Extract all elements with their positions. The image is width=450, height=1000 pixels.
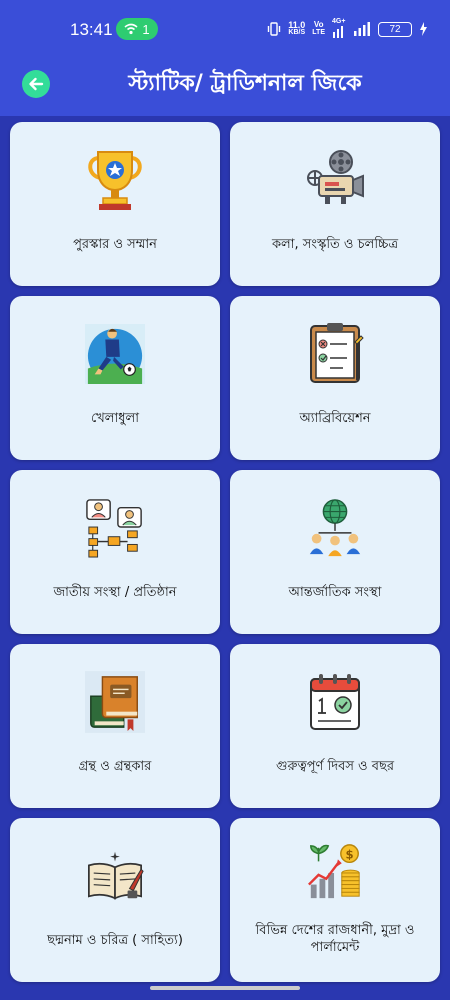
category-card-arts-culture-film[interactable]: কলা, সংস্কৃতি ও চলচ্চিত্র (230, 122, 440, 286)
film-projector-icon (305, 148, 365, 212)
category-card-international-organizations[interactable]: আন্তর্জাতিক সংস্থা (230, 470, 440, 634)
category-label: গ্রন্থ ও গ্রন্থকার (78, 759, 152, 774)
category-card-sports[interactable]: খেলাধুলা (10, 296, 220, 460)
svg-text:$: $ (345, 847, 353, 861)
category-label: অ্যাব্রিবিয়েশন (299, 411, 371, 426)
organization-chart-icon (85, 496, 145, 560)
status-icons: 11.0 KB/S Vo LTE 4G+ 72 (267, 18, 428, 39)
category-card-books-authors[interactable]: গ্রন্থ ও গ্রন্থকার (10, 644, 220, 808)
category-label: গুরুত্বপূর্ণ দিবস ও বছর (275, 759, 395, 774)
category-card-capitals-currencies-parliaments[interactable]: $ বিভিন্ন দেশের রাজধানী, মুদ্রা ও পার্লা… (230, 818, 440, 982)
category-label: আন্তর্জাতিক সংস্থা (288, 585, 382, 600)
open-book-quill-icon (85, 844, 145, 908)
football-player-icon (85, 322, 145, 386)
category-card-abbreviations[interactable]: অ্যাব্রিবিয়েশন (230, 296, 440, 460)
battery-indicator: 72 (378, 21, 412, 37)
signal-strength-4g: 4G+ (332, 18, 346, 38)
hotspot-count: 1 (142, 21, 150, 37)
hotspot-indicator: 1 (116, 18, 158, 40)
volte-indicator: Vo LTE (312, 20, 325, 37)
category-label: খেলাধুলা (90, 411, 139, 426)
hotspot-icon (124, 23, 138, 35)
category-label: জাতীয় সংস্থা / প্রতিষ্ঠান (53, 585, 177, 600)
category-card-awards[interactable]: পুরস্কার ও সম্মান (10, 122, 220, 286)
vibrate-icon (268, 22, 281, 36)
trophy-icon (85, 148, 145, 212)
status-time: 13:41 (70, 20, 113, 39)
app-bar: স্ট্যাটিক/ ট্রাডিশনাল জিকে (0, 58, 450, 116)
signal-icon (333, 26, 343, 38)
category-label: ছদ্মনাম ও চরিত্র ( সাহিত্য) (47, 933, 183, 948)
net-speed: 11.0 KB/S (288, 20, 306, 37)
category-label: পুরস্কার ও সম্মান (73, 237, 157, 252)
money-growth-icon: $ (305, 840, 365, 904)
books-icon (85, 670, 145, 734)
category-card-national-organizations[interactable]: জাতীয় সংস্থা / প্রতিষ্ঠান (10, 470, 220, 634)
global-network-icon (305, 496, 365, 560)
status-bar: 13:41 1 11.0 KB/S Vo LTE 4G+ 72 (0, 0, 450, 58)
charging-icon (420, 22, 427, 36)
gesture-nav-bar[interactable] (150, 986, 300, 990)
category-card-pseudonyms-characters[interactable]: ছদ্মনাম ও চরিত্র ( সাহিত্য) (10, 818, 220, 982)
category-label: কলা, সংস্কৃতি ও চলচ্চিত্র (271, 237, 399, 252)
battery-level: 72 (389, 23, 401, 35)
category-card-important-days[interactable]: গুরুত্বপূর্ণ দিবস ও বছর (230, 644, 440, 808)
page-title: স্ট্যাটিক/ ট্রাডিশনাল জিকে (128, 71, 362, 96)
signal-bars-icon (354, 22, 370, 36)
clipboard-checklist-icon (305, 322, 365, 386)
calendar-icon (305, 670, 365, 734)
category-label: বিভিন্ন দেশের রাজধানী, মুদ্রা ও পার্লামে… (255, 923, 415, 955)
